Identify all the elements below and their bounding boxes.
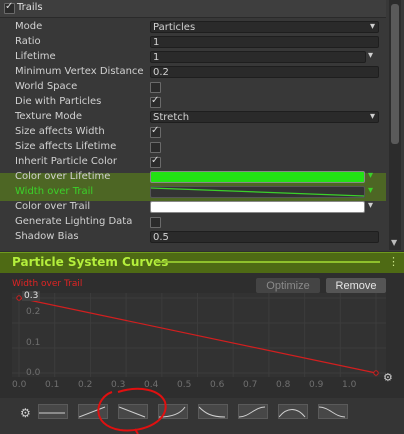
annotation-circle [97, 387, 167, 432]
annotation-overlay [97, 387, 167, 434]
